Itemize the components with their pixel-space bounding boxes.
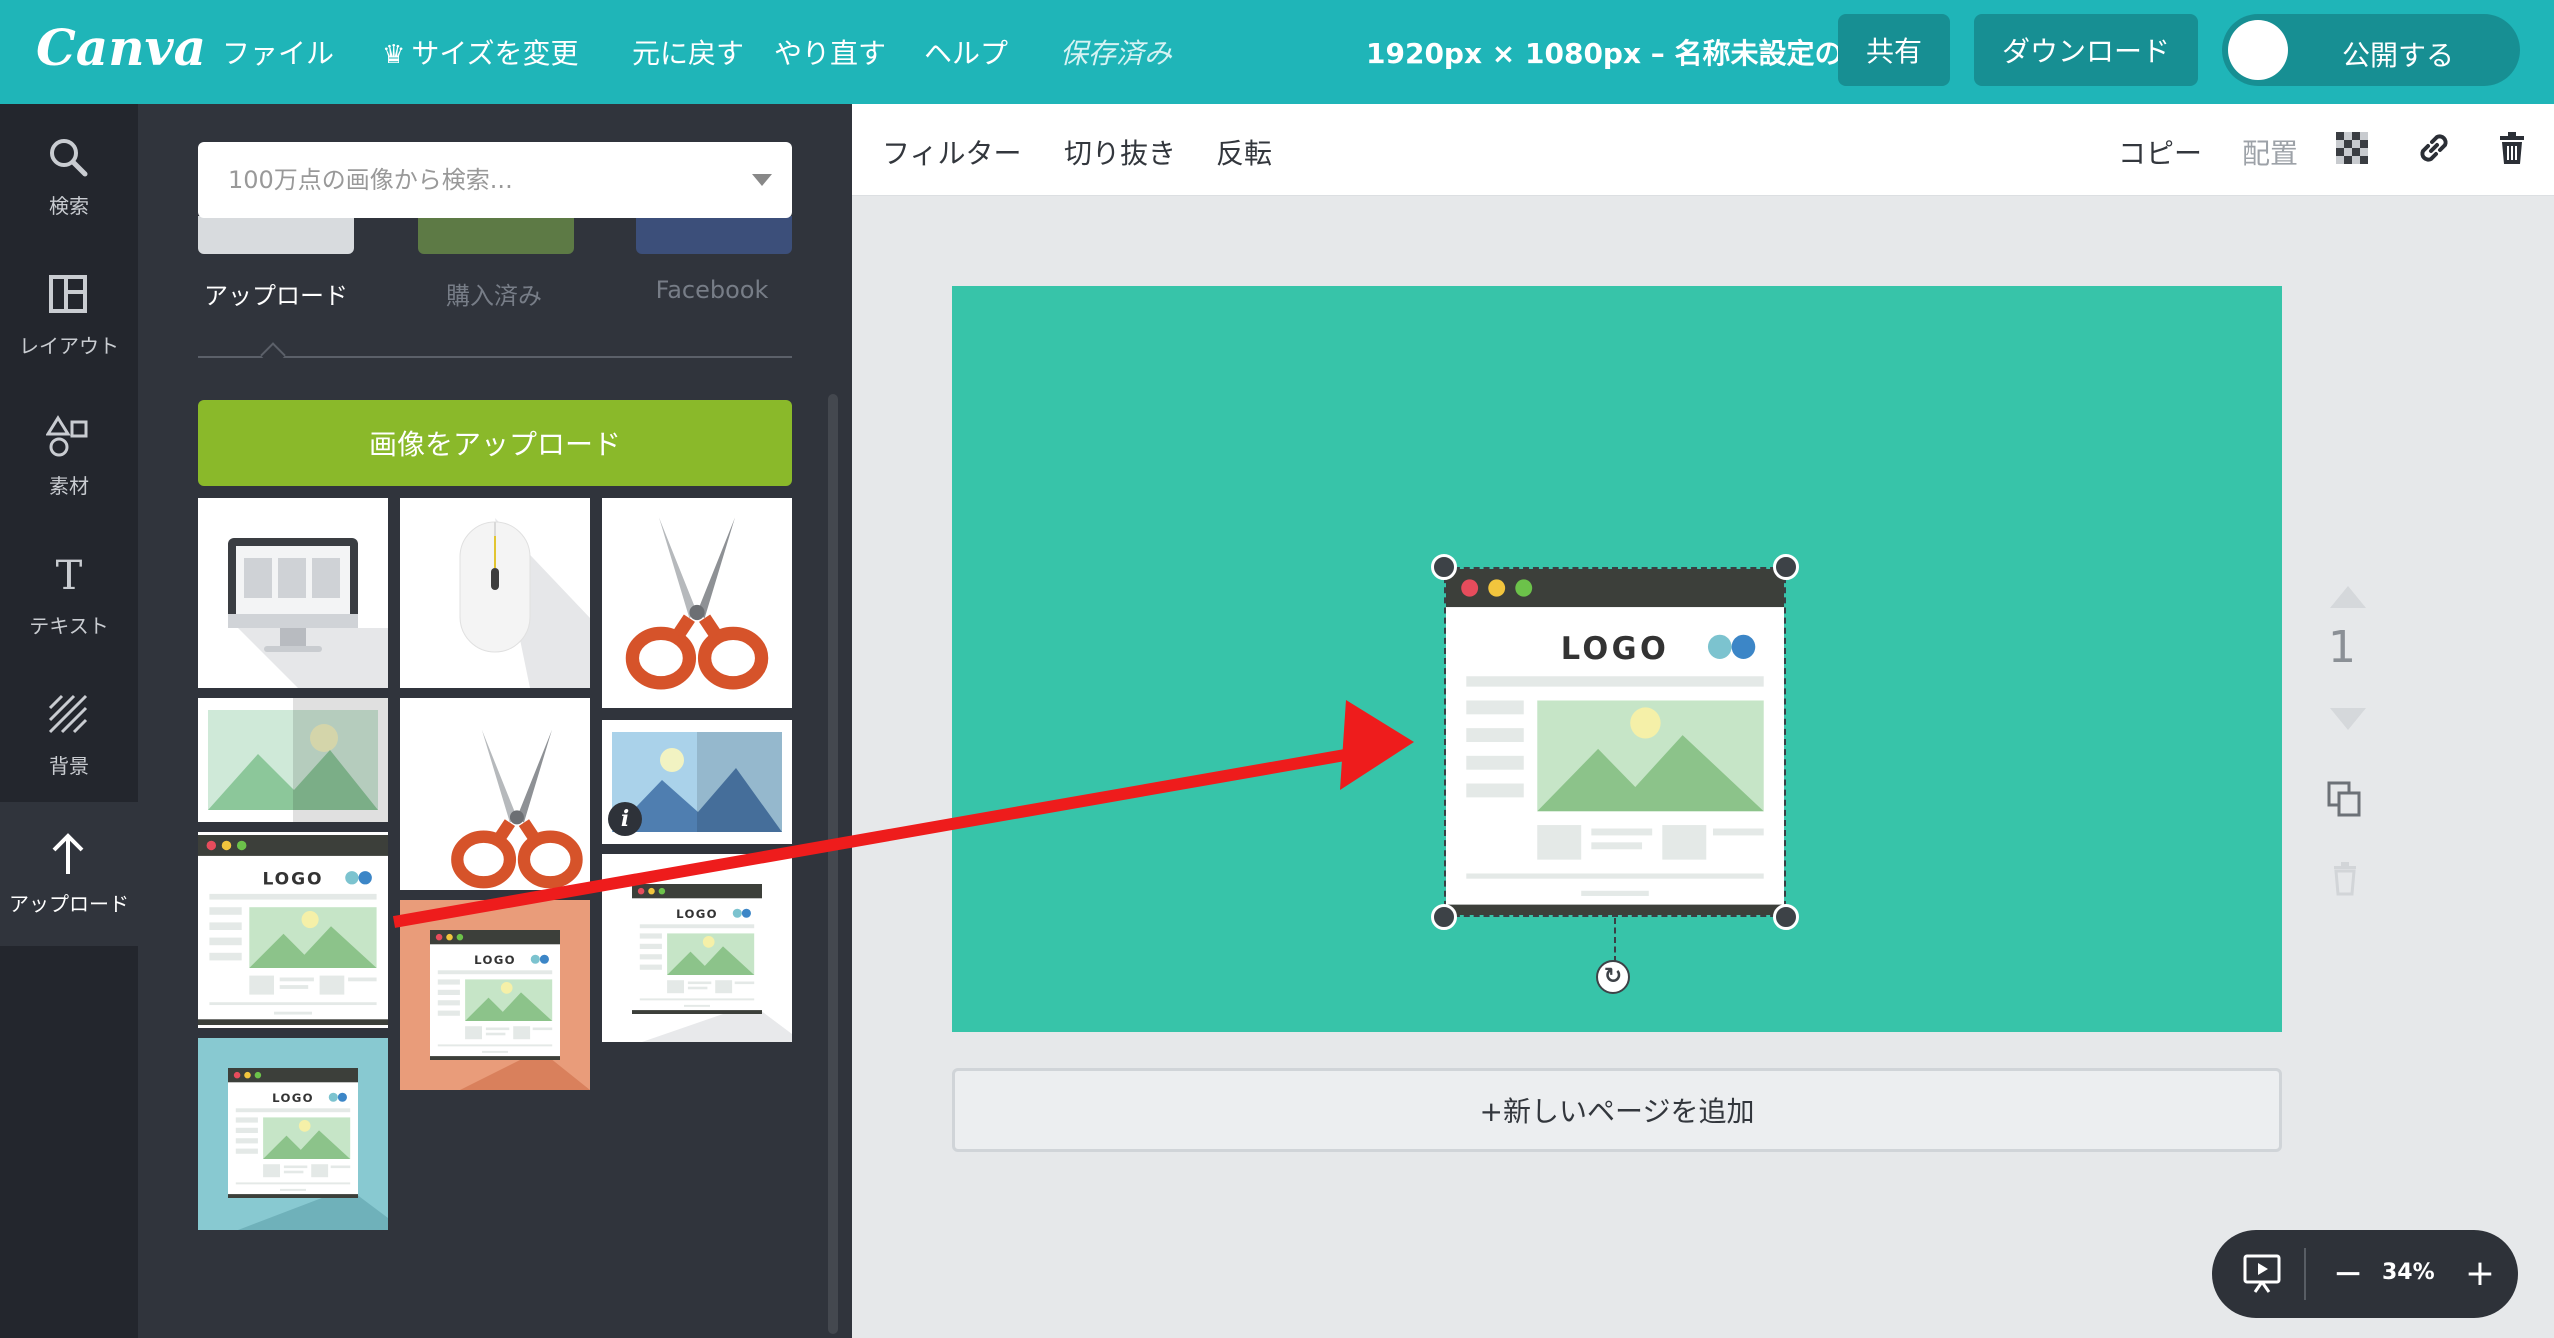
- publish-label: 公開する: [2342, 39, 2455, 72]
- upload-arrow-icon: [52, 833, 84, 874]
- category-thumb-purchased[interactable]: [418, 216, 574, 254]
- menu-help[interactable]: ヘルプ: [924, 32, 1008, 72]
- upload-image-button[interactable]: 画像をアップロード: [198, 400, 792, 486]
- left-icon-rail: 検索 レイアウト 素材 T テキスト 背景 アップロード: [0, 104, 138, 1338]
- transparency-icon[interactable]: [2332, 128, 2372, 168]
- publish-toggle[interactable]: 公開する: [2222, 14, 2520, 86]
- rail-layout-label: レイアウト: [19, 334, 119, 358]
- duplicate-page-icon[interactable]: [2326, 780, 2364, 820]
- rail-background[interactable]: 背景: [0, 664, 138, 802]
- menu-undo[interactable]: 元に戻す: [632, 32, 744, 72]
- resize-handle-bottom-left[interactable]: [1431, 904, 1457, 930]
- share-button[interactable]: 共有: [1838, 14, 1950, 86]
- uploaded-image-mouse[interactable]: [400, 498, 590, 688]
- add-page-button[interactable]: +新しいページを追加: [952, 1068, 2282, 1152]
- uploaded-image-landscape-blue[interactable]: i: [602, 720, 792, 844]
- flip-button[interactable]: 反転: [1216, 132, 1272, 172]
- rail-background-label: 背景: [49, 754, 89, 778]
- website-mockup-icon: [400, 900, 590, 1090]
- background-pattern-icon: [48, 694, 88, 734]
- download-button[interactable]: ダウンロード: [1974, 14, 2198, 86]
- category-thumb-facebook[interactable]: [636, 216, 792, 254]
- category-thumb-uploads[interactable]: [198, 216, 354, 254]
- chevron-down-icon[interactable]: [752, 174, 772, 186]
- page-down-icon[interactable]: [2330, 708, 2366, 730]
- website-mockup-icon: [198, 1038, 388, 1230]
- canva-logo[interactable]: Canva: [36, 18, 206, 77]
- uploaded-image-landscape[interactable]: [198, 698, 388, 822]
- resize-handle-top-left[interactable]: [1431, 554, 1457, 580]
- text-icon: T: [55, 553, 83, 599]
- zoom-control: − 34% +: [2212, 1230, 2518, 1318]
- scissors-icon: [400, 698, 590, 890]
- resize-handle-bottom-right[interactable]: [1773, 904, 1799, 930]
- uploaded-image-website-mockup-teal[interactable]: [198, 1038, 388, 1230]
- layout-icon: [49, 275, 87, 313]
- tab-indicator: [260, 342, 286, 368]
- menu-resize-label: サイズを変更: [411, 37, 579, 70]
- top-bar: Canva ファイル ♛ サイズを変更 元に戻す やり直す ヘルプ 保存済み 19…: [0, 0, 2554, 104]
- toggle-knob: [2228, 20, 2288, 80]
- uploaded-image-website-mockup[interactable]: [198, 832, 388, 1028]
- tab-divider: [198, 356, 792, 358]
- uploaded-image-website-mockup-white[interactable]: [602, 854, 792, 1042]
- scissors-icon: [602, 498, 792, 708]
- info-icon[interactable]: i: [608, 802, 642, 836]
- page-up-icon[interactable]: [2330, 586, 2366, 608]
- rotate-connector: [1614, 918, 1616, 962]
- filter-button[interactable]: フィルター: [882, 132, 1021, 172]
- rail-uploads-label: アップロード: [9, 892, 129, 916]
- menu-file[interactable]: ファイル: [222, 32, 334, 72]
- menu-resize[interactable]: ♛ サイズを変更: [382, 32, 578, 72]
- website-mockup-icon: [198, 832, 388, 1028]
- panel-scrollbar[interactable]: [828, 394, 838, 1334]
- rail-uploads[interactable]: アップロード: [0, 802, 138, 946]
- search-icon: [50, 139, 88, 177]
- zoom-divider: [2304, 1248, 2306, 1300]
- image-search-box: [198, 142, 792, 218]
- rail-search-label: 検索: [49, 194, 89, 218]
- copy-button[interactable]: コピー: [2118, 132, 2202, 172]
- image-search-input[interactable]: [198, 142, 738, 218]
- rail-search[interactable]: 検索: [0, 104, 138, 242]
- resize-handle-top-right[interactable]: [1773, 554, 1799, 580]
- tab-facebook[interactable]: Facebook: [612, 276, 812, 304]
- website-mockup-icon: [602, 854, 792, 1042]
- selection-frame: [1444, 567, 1786, 917]
- landscape-image-icon: [208, 698, 388, 822]
- uploaded-image-scissors-small[interactable]: [400, 698, 590, 890]
- zoom-in-button[interactable]: +: [2458, 1248, 2502, 1300]
- save-status: 保存済み: [1060, 37, 1173, 70]
- arrange-button[interactable]: 配置: [2242, 132, 2298, 172]
- mouse-icon: [459, 518, 590, 688]
- present-icon[interactable]: [2242, 1252, 2282, 1296]
- tab-purchased[interactable]: 購入済み: [394, 276, 594, 311]
- page-number: 1: [2328, 622, 2356, 673]
- monitor-icon: [228, 538, 388, 688]
- link-icon[interactable]: [2414, 128, 2454, 168]
- shapes-icon: [46, 415, 88, 457]
- menu-redo[interactable]: やり直す: [774, 32, 886, 72]
- uploads-panel: アップロード 購入済み Facebook 画像をアップロード i: [138, 104, 852, 1338]
- rail-text-label: テキスト: [29, 614, 109, 638]
- crop-button[interactable]: 切り抜き: [1064, 132, 1176, 172]
- delete-page-icon[interactable]: [2330, 860, 2360, 896]
- rail-elements-label: 素材: [49, 474, 89, 498]
- image-toolbar: フィルター 切り抜き 反転 コピー 配置: [852, 104, 2554, 196]
- zoom-out-button[interactable]: −: [2326, 1248, 2370, 1300]
- rail-text[interactable]: T テキスト: [0, 524, 138, 662]
- trash-icon[interactable]: [2492, 128, 2532, 168]
- uploaded-image-website-mockup-orange[interactable]: [400, 900, 590, 1090]
- rotate-icon[interactable]: ↻: [1596, 960, 1630, 994]
- document-title[interactable]: 1920px × 1080px – 名称未設定の…: [1366, 32, 1871, 72]
- crown-icon: ♛: [382, 40, 406, 70]
- rail-layout[interactable]: レイアウト: [0, 244, 138, 382]
- zoom-level: 34%: [2382, 1260, 2435, 1285]
- tab-uploads[interactable]: アップロード: [176, 276, 376, 311]
- rail-elements[interactable]: 素材: [0, 384, 138, 522]
- uploaded-image-monitor[interactable]: [198, 498, 388, 688]
- uploaded-image-scissors[interactable]: [602, 498, 792, 708]
